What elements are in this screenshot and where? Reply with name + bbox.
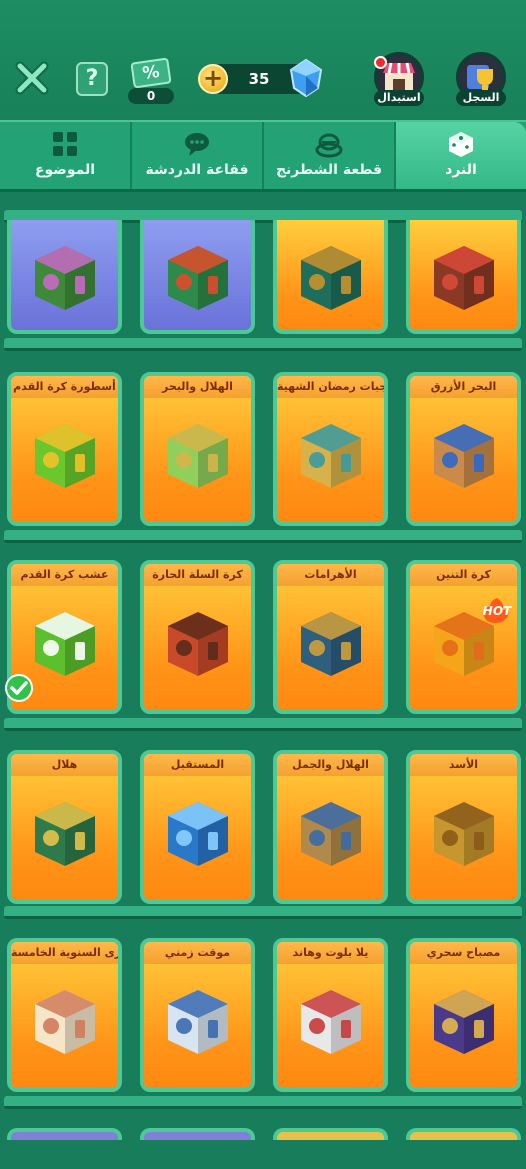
tab-label: فقاعة الدردشة bbox=[145, 162, 249, 178]
dice-cube-icon bbox=[167, 424, 228, 488]
exchange-label[interactable]: استبدال bbox=[374, 90, 424, 106]
theme-grid-icon bbox=[53, 132, 77, 156]
shelf bbox=[4, 530, 522, 543]
dice-item-title: البحر الأزرق bbox=[410, 376, 517, 398]
dice-cube-icon bbox=[300, 424, 361, 488]
dice-cube-icon bbox=[300, 990, 361, 1054]
dice-item-card[interactable]: البحر الأزرق bbox=[406, 372, 521, 526]
dice-item-title: مصباح سحري bbox=[410, 942, 517, 964]
hot-badge-label: HOT bbox=[482, 604, 512, 618]
dice-item-title: الأسد bbox=[410, 754, 517, 776]
dice-item-card[interactable]: كرة السلة الحارة bbox=[140, 560, 255, 714]
dice-item-card[interactable]: الأسد bbox=[406, 750, 521, 904]
dice-item-title: موقت زمني bbox=[144, 942, 251, 964]
tab-chat-bubble[interactable]: فقاعة الدردشة bbox=[130, 122, 262, 189]
dice-item-title: عشب كرة القدم bbox=[11, 564, 118, 586]
dice-cube-icon bbox=[167, 246, 228, 310]
dice-item-card[interactable]: المستقبل bbox=[140, 750, 255, 904]
dice-item-card[interactable]: كرة التنين HOT bbox=[406, 560, 521, 714]
dice-item-card[interactable]: الأهرامات bbox=[273, 560, 388, 714]
dice-item-card[interactable] bbox=[406, 220, 521, 334]
dice-cube-icon bbox=[34, 612, 95, 676]
dice-item-card[interactable] bbox=[140, 220, 255, 334]
tab-label: النرد bbox=[445, 162, 477, 178]
chess-piece-icon bbox=[315, 133, 343, 158]
dice-item-card[interactable]: هلال bbox=[7, 750, 122, 904]
coupon-button[interactable]: % 0 bbox=[128, 57, 174, 104]
record-label[interactable]: السجل bbox=[456, 90, 506, 106]
dice-cube-icon bbox=[433, 990, 494, 1054]
hot-badge-icon: HOT bbox=[480, 596, 514, 624]
dice-item-title: يلا بلوت وهاند bbox=[277, 942, 384, 964]
diamond-icon bbox=[289, 58, 323, 98]
dice-cube-icon bbox=[34, 802, 95, 866]
shelf bbox=[4, 718, 522, 731]
dice-cube-icon bbox=[34, 424, 95, 488]
dice-cube-icon bbox=[167, 990, 228, 1054]
add-gems-button[interactable]: + bbox=[198, 64, 228, 94]
dice-cube-icon bbox=[300, 246, 361, 310]
help-button[interactable]: ? bbox=[76, 62, 108, 96]
dice-cube-icon bbox=[300, 802, 361, 866]
dice-cube-icon bbox=[167, 612, 228, 676]
tab-label: الموضوع bbox=[34, 162, 96, 178]
dice-item-card[interactable]: وجبات رمضان الشهية bbox=[273, 372, 388, 526]
top-bar: ? % 0 + 35 استبدال السجل bbox=[0, 0, 526, 120]
dice-item-card[interactable]: الهلال والبحر bbox=[140, 372, 255, 526]
dice-item-title: الذكرى السنوية الخامسة bbox=[11, 942, 118, 964]
shelf bbox=[4, 906, 522, 919]
coupon-count: 0 bbox=[128, 88, 174, 104]
dice-item-title: كرة السلة الحارة bbox=[144, 564, 251, 586]
dice-item-card[interactable] bbox=[273, 220, 388, 334]
dice-cube-icon bbox=[300, 612, 361, 676]
tab-theme[interactable]: الموضوع bbox=[0, 122, 130, 189]
chat-bubble-icon bbox=[185, 133, 209, 156]
dice-item-card[interactable]: أسطورة كرة القدم bbox=[7, 372, 122, 526]
dice-item-card[interactable]: الذكرى السنوية الخامسة bbox=[7, 938, 122, 1092]
dice-cube-icon bbox=[433, 424, 494, 488]
close-icon[interactable] bbox=[14, 60, 50, 96]
bottom-area bbox=[0, 1140, 526, 1169]
shelf bbox=[4, 338, 522, 351]
dice-item-title: أسطورة كرة القدم bbox=[11, 376, 118, 398]
dice-cube-icon bbox=[167, 802, 228, 866]
dice-item-card[interactable]: يلا بلوت وهاند bbox=[273, 938, 388, 1092]
tab-label: قطعة الشطرنج bbox=[275, 162, 383, 178]
dice-item-card[interactable]: موقت زمني bbox=[140, 938, 255, 1092]
dice-item-title: المستقبل bbox=[144, 754, 251, 776]
dice-cube-icon bbox=[433, 246, 494, 310]
selected-check-icon bbox=[5, 674, 33, 702]
coupon-percent-icon: % bbox=[130, 57, 172, 89]
dice-item-card[interactable]: مصباح سحري bbox=[406, 938, 521, 1092]
dice-item-title: الأهرامات bbox=[277, 564, 384, 586]
dice-cube-icon bbox=[34, 990, 95, 1054]
notification-dot bbox=[374, 56, 387, 69]
category-tabs: الموضوع فقاعة الدردشة قطعة الشطرنج النرد bbox=[0, 120, 526, 192]
dice-item-title: هلال bbox=[11, 754, 118, 776]
shelf bbox=[4, 1096, 522, 1109]
dice-item-title: وجبات رمضان الشهية bbox=[277, 376, 384, 398]
dice-item-title: الهلال والجمل bbox=[277, 754, 384, 776]
dice-cube-icon bbox=[433, 802, 494, 866]
gems-value: 35 bbox=[248, 70, 270, 88]
dice-item-title: كرة التنين bbox=[410, 564, 517, 586]
tab-dice[interactable]: النرد bbox=[394, 122, 526, 189]
dice-item-card[interactable] bbox=[7, 220, 122, 334]
tab-chess-piece[interactable]: قطعة الشطرنج bbox=[262, 122, 394, 189]
dice-item-card[interactable]: الهلال والجمل bbox=[273, 750, 388, 904]
dice-icon bbox=[449, 132, 473, 157]
dice-item-title: الهلال والبحر bbox=[144, 376, 251, 398]
dice-cube-icon bbox=[34, 246, 95, 310]
